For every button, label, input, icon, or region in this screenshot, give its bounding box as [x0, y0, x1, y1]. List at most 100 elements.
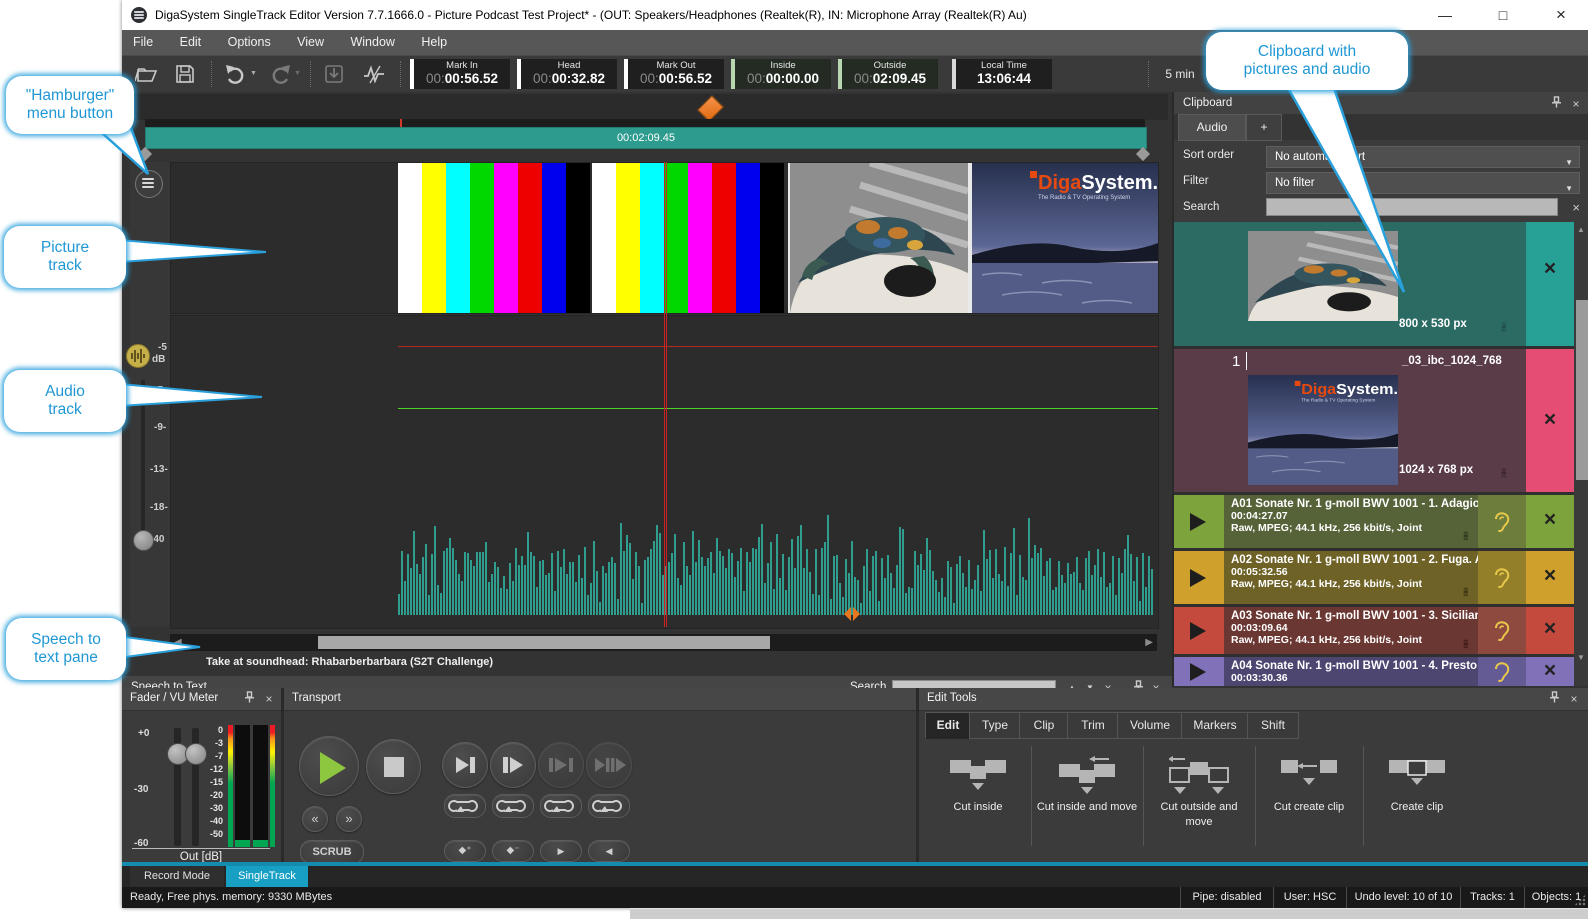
audio-track-icon[interactable] [126, 344, 150, 368]
soundhead-marker[interactable] [697, 95, 724, 122]
expand-icon[interactable]: »» [1460, 641, 1472, 649]
fader-knob-right[interactable] [185, 743, 207, 765]
expand-icon[interactable]: »» [1460, 533, 1472, 541]
pin-icon[interactable] [1546, 691, 1562, 707]
menu-help[interactable]: Help [410, 30, 458, 55]
remove-item-icon[interactable]: × [1538, 565, 1562, 589]
play-button[interactable] [1174, 551, 1224, 604]
prev-marker-button[interactable]: ◀ [588, 840, 630, 862]
tab-record-mode[interactable]: Record Mode [130, 866, 224, 887]
volume-line[interactable] [398, 408, 1158, 409]
tab-shift[interactable]: Shift [1247, 712, 1299, 739]
play-button[interactable] [1174, 607, 1224, 654]
tool-cut-outside-move[interactable]: Cut outside and move [1147, 738, 1251, 856]
remove-item-icon[interactable]: × [1538, 660, 1562, 684]
scrollbar-thumb[interactable] [1576, 300, 1588, 480]
menu-options[interactable]: Options [217, 30, 282, 55]
undo-dropdown-caret[interactable]: ▼ [250, 70, 257, 77]
undo-icon[interactable] [224, 63, 248, 85]
tab-trim[interactable]: Trim [1067, 712, 1119, 739]
play-to-mark-button[interactable] [442, 742, 488, 788]
overview-strip[interactable] [145, 119, 1145, 127]
expand-icon[interactable]: »» [1498, 324, 1510, 332]
forward-button[interactable]: » [336, 806, 362, 832]
clipboard-item-audio-a04[interactable]: A04 Sonate Nr. 1 g-moll BWV 1001 - 4. Pr… [1174, 657, 1574, 686]
remove-item-icon[interactable]: × [1538, 509, 1562, 533]
clipboard-item-audio-a03[interactable]: A03 Sonate Nr. 1 g-moll BWV 1001 - 3. Si… [1174, 607, 1574, 654]
clipboard-item-picture-2[interactable]: 1 _03_ibc_1024_768 DigaSystem. The Radio… [1174, 349, 1574, 492]
waveform-tool-icon[interactable] [362, 63, 386, 85]
range-end-marker[interactable] [1136, 147, 1150, 161]
horizontal-scrollbar[interactable]: ◀ ▶ [170, 634, 1157, 651]
save-icon[interactable] [173, 63, 197, 85]
rewind-button[interactable]: « [302, 806, 328, 832]
play-button[interactable] [1174, 657, 1224, 686]
picture-clip-colorbars-1[interactable] [398, 163, 590, 313]
tool-create-clip[interactable]: Create clip [1367, 738, 1467, 856]
add-marker-button[interactable]: ◆⁺ [444, 840, 486, 862]
tab-clip[interactable]: Clip [1019, 712, 1069, 739]
play-mark-to-mark-button[interactable] [538, 742, 584, 788]
import-icon[interactable] [322, 63, 346, 85]
tab-type[interactable]: Type [969, 712, 1021, 739]
play-around-mark-button[interactable] [586, 742, 632, 788]
close-panel-icon[interactable]: × [1568, 96, 1584, 112]
timeline-ruler[interactable] [126, 94, 1168, 120]
clipboard-scrollbar[interactable]: ▲ ▼ [1574, 222, 1588, 686]
prelisten-ear-button[interactable] [1478, 495, 1526, 548]
menu-edit[interactable]: Edit [169, 30, 213, 55]
loop-button-3[interactable] [540, 794, 582, 818]
remove-item-icon[interactable]: × [1538, 409, 1562, 433]
scroll-right-icon[interactable]: ▶ [1145, 636, 1153, 649]
bottom-scrollbar-strip[interactable] [630, 908, 1588, 919]
tab-volume[interactable]: Volume [1117, 712, 1183, 739]
redo-icon[interactable] [268, 63, 292, 85]
close-panel-icon[interactable]: × [261, 691, 277, 707]
tab-singletrack[interactable]: SingleTrack [226, 866, 308, 887]
expand-icon[interactable]: »» [1498, 470, 1510, 478]
tab-audio[interactable]: Audio [1178, 114, 1246, 141]
scrub-button[interactable]: SCRUB [300, 840, 364, 864]
loop-button-2[interactable] [492, 794, 534, 818]
track-fader-knob[interactable] [133, 530, 154, 551]
pin-icon[interactable] [1548, 96, 1564, 112]
position-bar[interactable]: 00:02:09.45 [145, 127, 1147, 149]
prelisten-ear-button[interactable] [1478, 657, 1526, 686]
pin-icon[interactable] [241, 691, 257, 707]
remove-item-icon[interactable]: × [1538, 258, 1562, 282]
expand-icon[interactable]: »» [1460, 589, 1472, 597]
clipboard-item-audio-a02[interactable]: A02 Sonate Nr. 1 g-moll BWV 1001 - 2. Fu… [1174, 551, 1574, 604]
maximize-button[interactable]: □ [1480, 0, 1526, 30]
minimize-button[interactable]: — [1422, 0, 1468, 30]
next-marker-button[interactable]: ▶ [540, 840, 582, 862]
picture-clip-digasystem[interactable]: DigaSystem. The Radio & TV Operating Sys… [970, 163, 1158, 313]
prelisten-ear-button[interactable] [1478, 551, 1526, 604]
tab-edit[interactable]: Edit [925, 712, 971, 739]
open-file-icon[interactable] [135, 63, 159, 85]
scrollbar-thumb[interactable] [318, 636, 770, 649]
menu-view[interactable]: View [286, 30, 335, 55]
zoom-5min-button[interactable]: 5 min [1156, 59, 1204, 89]
stop-button[interactable] [366, 739, 421, 794]
clipboard-item-audio-a01[interactable]: A01 Sonate Nr. 1 g-moll BWV 1001 - 1. Ad… [1174, 495, 1574, 548]
close-panel-icon[interactable]: × [1566, 691, 1582, 707]
remove-item-icon[interactable]: × [1538, 618, 1562, 642]
playhead-line[interactable] [664, 162, 667, 627]
tool-cut-create-clip[interactable]: Cut create clip [1259, 738, 1359, 856]
loop-button-1[interactable] [444, 794, 486, 818]
play-button[interactable] [299, 736, 359, 796]
tool-cut-inside-move[interactable]: Cut inside and move [1035, 738, 1139, 856]
prelisten-ear-button[interactable] [1478, 607, 1526, 654]
remove-marker-button[interactable]: ◆⁻ [492, 840, 534, 862]
tab-markers[interactable]: Markers [1181, 712, 1249, 739]
clear-search-icon[interactable]: × [1572, 200, 1580, 215]
menu-window[interactable]: Window [339, 30, 405, 55]
redo-dropdown-caret[interactable]: ▼ [294, 70, 301, 77]
picture-clip-lizard[interactable] [788, 163, 970, 313]
picture-thumbnail-digasystem[interactable]: DigaSystem. The Radio & TV Operating Sys… [1248, 375, 1398, 485]
tool-cut-inside[interactable]: Cut inside [929, 738, 1027, 856]
picture-clip-colorbars-2[interactable] [592, 163, 784, 313]
close-button[interactable]: × [1538, 0, 1584, 30]
menu-file[interactable]: File [122, 30, 164, 55]
loop-button-4[interactable] [588, 794, 630, 818]
